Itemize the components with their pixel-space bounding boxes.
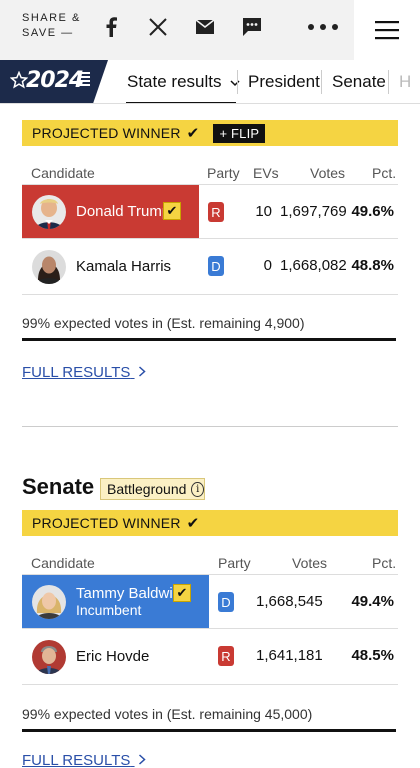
mail-icon[interactable] <box>190 14 220 40</box>
winner-check-icon: ✔ <box>163 202 181 220</box>
candidate-name-block: Tammy Baldwin Incumbent <box>76 585 181 618</box>
candidate-name: Tammy Baldwin <box>76 585 182 602</box>
election-nav: 2024 State results President Senate H <box>0 60 420 104</box>
candidate-name: Kamala Harris <box>76 258 172 275</box>
header-party: Party <box>218 555 251 571</box>
election-2024-logo[interactable]: 2024 <box>0 60 108 103</box>
nav-separator <box>321 70 322 94</box>
pct-value: 49.6% <box>351 203 394 220</box>
chevron-right-icon <box>138 366 146 377</box>
facebook-icon[interactable] <box>96 14 126 40</box>
results-rule <box>22 729 396 732</box>
expected-votes-note: 99% expected votes in (Est. remaining 4,… <box>22 315 305 331</box>
results-rule <box>22 338 396 341</box>
incumbent-label: Incumbent <box>76 602 142 618</box>
nav-active-underline <box>126 102 236 103</box>
section-divider <box>22 426 398 427</box>
battleground-tag[interactable]: Battleground i <box>100 478 205 500</box>
party-badge: D <box>208 256 224 276</box>
projected-winner-banner: PROJECTED WINNER ✔ <box>22 510 398 536</box>
nav-state-results[interactable]: State results <box>127 72 240 92</box>
avatar <box>32 584 66 619</box>
evs-value: 0 <box>263 257 272 274</box>
row-divider <box>22 294 398 295</box>
chevron-down-icon <box>230 80 240 87</box>
evs-value: 10 <box>255 203 272 220</box>
nav-president[interactable]: President <box>248 72 320 92</box>
senate-title: Senate <box>22 474 95 499</box>
share-save-label: SHARE & SAVE — <box>22 12 81 39</box>
pct-value: 49.4% <box>351 593 394 610</box>
header-candidate: Candidate <box>31 165 95 181</box>
share-bar: SHARE & SAVE — <box>0 0 420 60</box>
chevron-right-icon <box>138 754 146 765</box>
check-icon: ✔ <box>186 125 200 142</box>
flip-badge: + FLIP <box>213 123 266 143</box>
candidate-cell-hovde[interactable]: Eric Hovde <box>22 630 199 683</box>
votes-value: 1,697,769 <box>280 203 347 220</box>
party-badge: R <box>218 646 234 666</box>
pct-value: 48.5% <box>351 647 394 664</box>
avatar <box>32 639 66 674</box>
nav-house-partial[interactable]: H <box>399 72 411 92</box>
nav-senate[interactable]: Senate <box>332 72 386 92</box>
candidate-cell-harris[interactable]: Kamala Harris <box>22 240 199 293</box>
info-icon[interactable]: i <box>191 481 204 497</box>
comment-icon[interactable] <box>237 14 267 40</box>
nav-separator <box>237 70 238 94</box>
header-party: Party <box>207 165 240 181</box>
row-divider <box>22 628 398 629</box>
row-divider <box>22 238 398 239</box>
winner-check-icon: ✔ <box>173 584 191 602</box>
header-votes: Votes <box>292 555 328 571</box>
projected-winner-banner: PROJECTED WINNER ✔ + FLIP <box>22 120 398 146</box>
header-candidate: Candidate <box>31 555 95 571</box>
votes-value: 1,668,082 <box>280 257 347 274</box>
menu-icon[interactable] <box>354 0 420 60</box>
x-icon[interactable] <box>143 14 173 40</box>
party-badge: R <box>208 202 224 222</box>
logo-year: 2024 <box>26 68 84 93</box>
expected-votes-note: 99% expected votes in (Est. remaining 45… <box>22 706 313 722</box>
candidate-name: Donald Trump <box>76 203 171 220</box>
votes-value: 1,641,181 <box>256 647 323 664</box>
header-pct: Pct. <box>372 555 397 571</box>
more-icon[interactable] <box>306 14 340 40</box>
row-divider <box>22 684 398 685</box>
full-results-link[interactable]: FULL RESULTS <box>22 364 146 381</box>
full-results-link[interactable]: FULL RESULTS <box>22 752 146 768</box>
check-icon: ✔ <box>186 515 200 532</box>
nav-separator <box>388 70 389 94</box>
header-pct: Pct. <box>372 165 397 181</box>
header-evs: EVs <box>253 165 279 181</box>
avatar <box>32 194 66 229</box>
avatar <box>32 249 66 284</box>
votes-value: 1,668,545 <box>256 593 323 610</box>
party-badge: D <box>218 592 234 612</box>
pct-value: 48.8% <box>351 257 394 274</box>
flag-stripes-icon <box>78 72 90 88</box>
header-votes: Votes <box>310 165 346 181</box>
candidate-name: Eric Hovde <box>76 648 150 665</box>
